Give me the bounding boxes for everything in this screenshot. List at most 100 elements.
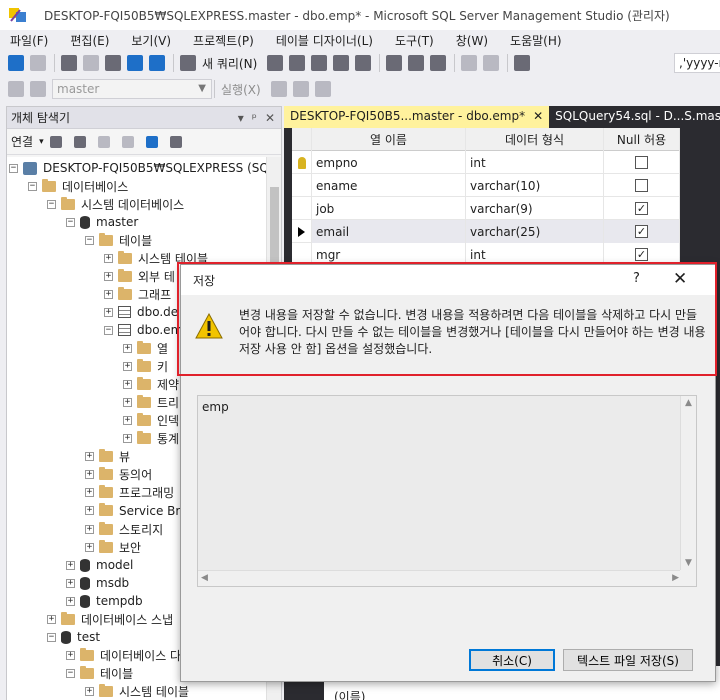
activity-icon[interactable]: [169, 135, 182, 148]
menu-file[interactable]: 파일(F): [10, 32, 48, 49]
collapse-icon[interactable]: −: [47, 632, 56, 642]
column-name-cell[interactable]: empno: [312, 151, 466, 174]
tree-node[interactable]: + 데이터베이스 다: [66, 646, 181, 664]
scroll-up-icon[interactable]: ▲: [685, 398, 692, 408]
expand-icon[interactable]: +: [85, 488, 94, 498]
collapse-icon[interactable]: −: [104, 325, 113, 335]
open-file-icon[interactable]: [105, 55, 121, 71]
expand-icon[interactable]: +: [123, 380, 132, 390]
menu-table-designer[interactable]: 테이블 디자이너(L): [276, 32, 373, 49]
table-row[interactable]: mgr int ✓: [292, 243, 680, 266]
tree-node[interactable]: − dbo.em: [104, 321, 182, 339]
cut-icon[interactable]: [386, 55, 403, 71]
menu-view[interactable]: 보기(V): [131, 32, 171, 49]
tree-node[interactable]: + model: [66, 556, 133, 574]
collapse-icon[interactable]: −: [28, 181, 37, 191]
tree-node[interactable]: − 시스템 데이터베이스: [47, 195, 184, 213]
tree-node[interactable]: + 통계: [123, 430, 179, 448]
menu-edit[interactable]: 편집(E): [70, 32, 109, 49]
tree-node[interactable]: − 테이블: [66, 664, 133, 682]
column-name-cell[interactable]: mgr: [312, 243, 466, 266]
tab-table-designer[interactable]: DESKTOP-FQI50B5...master - dbo.emp* ✕: [284, 106, 550, 128]
menu-project[interactable]: 프로젝트(P): [193, 32, 254, 49]
collapse-icon[interactable]: −: [66, 668, 75, 678]
expand-icon[interactable]: +: [66, 650, 75, 660]
row-selector[interactable]: [292, 151, 312, 174]
tree-node[interactable]: − DESKTOP-FQI50B5₩SQLEXPRESS (SQL S: [9, 159, 267, 177]
format-combo[interactable]: ,'yyyy-m: [674, 53, 720, 73]
connect-dropdown[interactable]: 연결: [11, 133, 33, 150]
new-query-button[interactable]: 새 쿼리(N): [202, 55, 257, 72]
expand-icon[interactable]: +: [66, 596, 75, 606]
new-project-icon[interactable]: [61, 55, 77, 71]
tree-node[interactable]: + 동의어: [85, 466, 152, 484]
column-header[interactable]: 데이터 형식: [466, 128, 604, 151]
expand-icon[interactable]: +: [123, 398, 132, 408]
column-header[interactable]: Null 허용: [604, 128, 680, 151]
row-selector[interactable]: [292, 197, 312, 220]
close-button[interactable]: ✕: [673, 269, 687, 289]
collapse-icon[interactable]: −: [9, 163, 18, 173]
expand-icon[interactable]: +: [104, 289, 113, 299]
debug-icon[interactable]: [270, 81, 287, 97]
pin-icon[interactable]: ᵖ: [252, 111, 257, 125]
connect-object-icon[interactable]: [49, 135, 62, 148]
expand-icon[interactable]: +: [47, 614, 56, 624]
tree-node[interactable]: + 키: [123, 358, 168, 376]
expand-icon[interactable]: +: [66, 578, 75, 588]
help-button[interactable]: ?: [633, 271, 640, 286]
cancel-button[interactable]: 취소(C): [469, 649, 555, 671]
refresh-icon[interactable]: [145, 135, 158, 148]
tree-node[interactable]: + 스토리지: [85, 520, 163, 538]
expand-icon[interactable]: +: [66, 560, 75, 570]
disconnect-icon[interactable]: [30, 81, 46, 97]
tree-node[interactable]: − master: [66, 213, 138, 231]
horizontal-scrollbar[interactable]: ◀ ▶: [198, 570, 682, 586]
allow-null-checkbox[interactable]: ✓: [635, 202, 648, 215]
data-type-cell[interactable]: varchar(10): [466, 174, 604, 197]
tree-node[interactable]: + 제약: [123, 376, 179, 394]
collapse-icon[interactable]: −: [66, 217, 75, 227]
back-icon[interactable]: [8, 55, 24, 71]
expand-icon[interactable]: +: [85, 542, 94, 552]
database-combo[interactable]: master ▼: [52, 79, 212, 99]
tree-node[interactable]: + 인덱: [123, 412, 179, 430]
column-header[interactable]: 열 이름: [312, 128, 466, 151]
stop-icon[interactable]: [97, 135, 110, 148]
add-item-icon[interactable]: [83, 55, 99, 71]
data-type-cell[interactable]: varchar(25): [466, 220, 604, 243]
column-name-cell[interactable]: email: [312, 220, 466, 243]
disconnect-object-icon[interactable]: [73, 135, 86, 148]
dax-query-icon[interactable]: [355, 55, 372, 71]
allow-null-checkbox[interactable]: [635, 179, 648, 192]
tree-node[interactable]: + 보안: [85, 538, 141, 556]
parse-icon[interactable]: [314, 81, 331, 97]
close-icon[interactable]: ✕: [265, 111, 275, 125]
row-selector[interactable]: [292, 174, 312, 197]
close-icon[interactable]: ✕: [533, 109, 543, 125]
expand-icon[interactable]: +: [104, 271, 113, 281]
column-name-cell[interactable]: job: [312, 197, 466, 220]
allow-null-checkbox[interactable]: ✓: [635, 225, 648, 238]
tree-node[interactable]: + 트리: [123, 394, 179, 412]
table-row[interactable]: empno int: [292, 151, 680, 174]
data-type-cell[interactable]: int: [466, 243, 604, 266]
forward-icon[interactable]: [30, 55, 46, 71]
expand-icon[interactable]: +: [85, 470, 94, 480]
paste-icon[interactable]: [430, 55, 447, 71]
menu-tools[interactable]: 도구(T): [395, 32, 434, 49]
mdx-query-icon[interactable]: [289, 55, 306, 71]
table-list-textbox[interactable]: emp ▲ ▼ ◀ ▶: [197, 395, 697, 587]
row-selector[interactable]: [292, 220, 312, 243]
scroll-right-icon[interactable]: ▶: [672, 573, 679, 583]
tree-node[interactable]: + 프로그래밍: [85, 484, 174, 502]
copy-icon[interactable]: [408, 55, 425, 71]
save-icon[interactable]: [127, 55, 143, 71]
tree-node[interactable]: + 그래프: [104, 285, 171, 303]
redo-icon[interactable]: [483, 55, 500, 71]
expand-icon[interactable]: +: [104, 253, 113, 263]
table-row[interactable]: job varchar(9) ✓: [292, 197, 680, 220]
expand-icon[interactable]: +: [85, 524, 94, 534]
menu-window[interactable]: 창(W): [456, 32, 488, 49]
table-row[interactable]: ename varchar(10): [292, 174, 680, 197]
